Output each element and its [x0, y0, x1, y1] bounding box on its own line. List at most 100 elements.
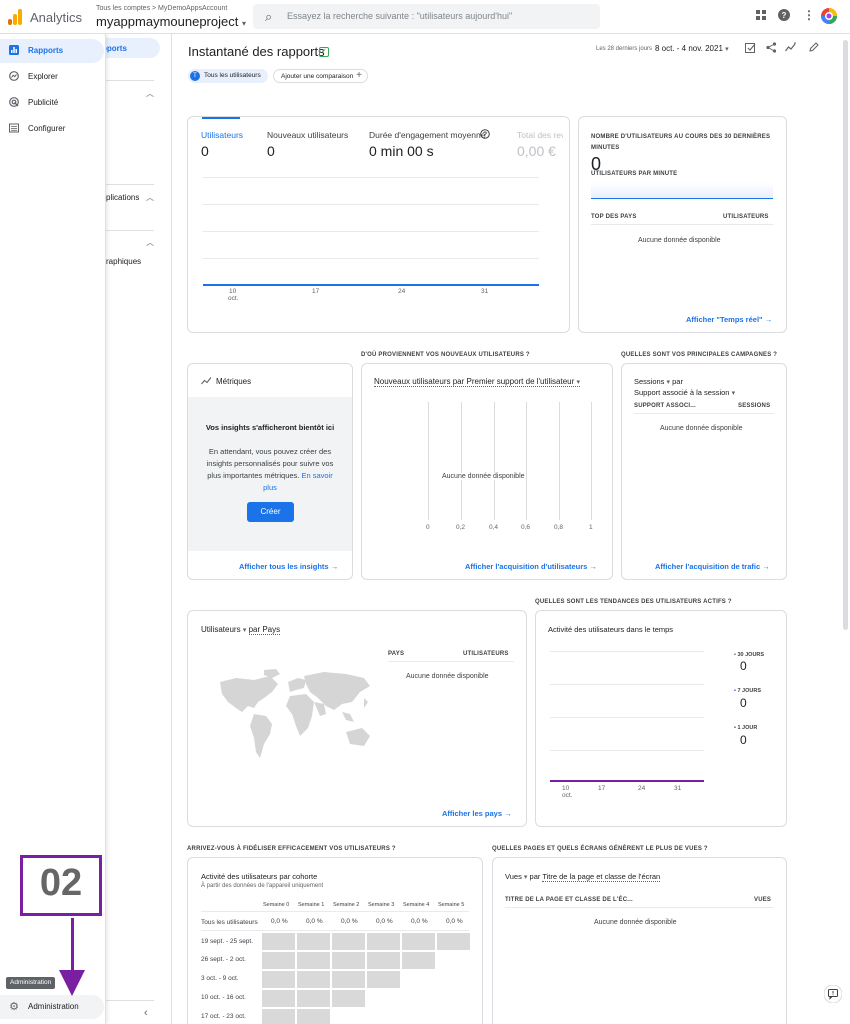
- cohort-cell[interactable]: [332, 990, 365, 1007]
- acquisition-dimension-dropdown[interactable]: Nouveaux utilisateurs par Premier suppor…: [374, 377, 581, 387]
- customize-report-icon[interactable]: [745, 42, 756, 56]
- cohort-cell[interactable]: [332, 971, 365, 988]
- campaigns-link[interactable]: Afficher l'acquisition de trafic →: [655, 562, 770, 571]
- x-tick-10: 10: [562, 785, 570, 792]
- campaigns-metric-dropdown[interactable]: Sessions ▾ par: [634, 377, 683, 386]
- arrow-right-icon: →: [589, 562, 597, 571]
- cohort-cell[interactable]: [262, 1009, 295, 1024]
- metric-tab-engagement[interactable]: Durée d'engagement moyenne: [369, 130, 485, 140]
- metric-value-revenue: 0,00 €: [517, 143, 556, 159]
- cohort-cell[interactable]: [297, 952, 330, 969]
- info-icon[interactable]: ?: [480, 129, 490, 142]
- add-comparison-label: Ajouter une comparaison: [281, 72, 354, 80]
- chevron-up-icon[interactable]: ︿: [146, 192, 154, 203]
- audience-chip[interactable]: T Tous les utilisateurs: [188, 69, 268, 83]
- acquisition-dropdown-label: Nouveaux utilisateurs par Premier suppor…: [374, 377, 575, 386]
- cohort-cell[interactable]: [297, 933, 330, 950]
- x-tick-24: 24: [398, 288, 406, 295]
- insights-trend-icon[interactable]: [785, 42, 797, 56]
- x-tick-1: 1: [589, 524, 593, 531]
- more-vert-icon[interactable]: ⋮: [803, 8, 815, 22]
- chevron-up-icon[interactable]: ︿: [146, 237, 154, 248]
- help-icon[interactable]: ?: [778, 9, 790, 24]
- cohort-cell[interactable]: [402, 933, 435, 950]
- active-users-line-series: [550, 780, 704, 782]
- acquisition-link[interactable]: Afficher l'acquisition d'utilisateurs →: [465, 562, 597, 571]
- pages-metric-dropdown[interactable]: Vues ▾ par Titre de la page et classe de…: [505, 872, 661, 882]
- legend-30-days: • 30 JOURS: [734, 652, 764, 658]
- metric-value-new-users: 0: [267, 143, 275, 159]
- realtime-col-users: UTILISATEURS: [723, 214, 769, 220]
- page-scrollbar[interactable]: [843, 40, 848, 630]
- page-title: Instantané des rapports: [188, 44, 325, 59]
- all-users-row-label: Tous les utilisateurs: [201, 919, 258, 926]
- add-comparison-button[interactable]: Ajouter une comparaison +: [273, 69, 368, 83]
- search-icon: ⌕: [265, 9, 273, 24]
- arrow-right-icon: →: [762, 562, 770, 571]
- create-insight-button[interactable]: Créer: [247, 502, 294, 522]
- account-breadcrumb[interactable]: Tous les comptes > MyDemoAppsAccount: [96, 5, 227, 12]
- feedback-icon[interactable]: [823, 984, 843, 1006]
- realtime-link[interactable]: Afficher "Temps réel" →: [686, 315, 772, 324]
- subnav-item-apps[interactable]: plications: [106, 193, 139, 202]
- x-tick-month: oct.: [228, 295, 239, 302]
- campaigns-dimension-dropdown[interactable]: Support associé à la session ▾: [634, 388, 735, 397]
- metric-tab-revenue[interactable]: Total des reve: [517, 130, 563, 140]
- pages-dimension-label[interactable]: Titre de la page et classe de l'écran: [542, 872, 661, 882]
- collapse-chevron-left-icon[interactable]: ‹: [144, 1007, 148, 1019]
- metric-tab-new-users[interactable]: Nouveaux utilisateurs: [267, 130, 348, 140]
- cohort-cell[interactable]: [367, 971, 400, 988]
- audience-chip-label: Tous les utilisateurs: [204, 72, 261, 79]
- campaigns-link-label: Afficher l'acquisition de trafic: [655, 562, 761, 571]
- account-avatar-icon[interactable]: [821, 8, 837, 27]
- cohort-cell[interactable]: [297, 1009, 330, 1024]
- legend-30-days-label: 30 JOURS: [737, 652, 765, 658]
- date-range-value: 8 oct. - 4 nov. 2021: [655, 44, 723, 53]
- legend-30-days-value: 0: [740, 659, 747, 673]
- chevron-up-icon[interactable]: ︿: [146, 88, 154, 99]
- property-selector[interactable]: myappmaymouneproject ▾: [96, 14, 246, 29]
- share-icon[interactable]: [766, 42, 777, 56]
- cohort-cell[interactable]: [332, 933, 365, 950]
- cohort-cell[interactable]: [262, 933, 295, 950]
- rail-item-advertising[interactable]: Publicité: [0, 91, 104, 115]
- cohort-cell[interactable]: [367, 952, 400, 969]
- rail-item-explore[interactable]: Explorer: [0, 65, 104, 89]
- analytics-logo-icon[interactable]: [8, 9, 22, 25]
- rail-label-reports: Rapports: [28, 46, 64, 55]
- search-input[interactable]: ⌕ Essayez la recherche suivante : "utili…: [253, 4, 600, 29]
- gear-icon: ⚙: [9, 1001, 19, 1013]
- pages-nodata: Aucune donnée disponible: [594, 919, 677, 926]
- cohort-cell[interactable]: [332, 952, 365, 969]
- rail-item-configure[interactable]: Configurer: [0, 117, 104, 141]
- metric-tab-users[interactable]: Utilisateurs: [201, 130, 243, 140]
- verified-check-icon[interactable]: ✓: [319, 47, 329, 57]
- cohort-cell[interactable]: [367, 933, 400, 950]
- cohort-cell[interactable]: [437, 933, 470, 950]
- apps-grid-icon[interactable]: [756, 9, 766, 23]
- insights-link[interactable]: Afficher tous les insights →: [239, 562, 338, 571]
- x-tick-0: 0: [426, 524, 430, 531]
- cohort-cell[interactable]: [402, 952, 435, 969]
- cohort-cell[interactable]: [262, 971, 295, 988]
- date-range-picker[interactable]: 8 oct. - 4 nov. 2021 ▾: [655, 44, 729, 53]
- rail-item-reports[interactable]: Rapports: [0, 39, 104, 63]
- step-arrow-shaft: [71, 918, 74, 975]
- week-5-header: Semaine 5: [438, 902, 465, 908]
- property-name: myappmaymouneproject: [96, 14, 239, 29]
- countries-dimension-label[interactable]: par Pays: [248, 625, 281, 635]
- campaigns-dimension-label: Support associé à la session: [634, 388, 730, 397]
- per-minute-bars: [591, 182, 773, 199]
- countries-link[interactable]: Afficher les pays →: [442, 809, 512, 818]
- cohort-cell[interactable]: [262, 952, 295, 969]
- subnav-item-demographics[interactable]: raphiques: [106, 257, 141, 266]
- cohort-cell[interactable]: [297, 971, 330, 988]
- cohort-cell[interactable]: [262, 990, 295, 1007]
- cohort-row-label: 3 oct. - 9 oct.: [201, 975, 239, 982]
- cohort-cell[interactable]: [297, 990, 330, 1007]
- all-users-week-3: 0,0 %: [376, 918, 393, 925]
- countries-metric-dropdown[interactable]: Utilisateurs ▾ par Pays: [201, 625, 281, 635]
- rail-item-administration[interactable]: ⚙ Administration: [0, 995, 104, 1019]
- edit-pencil-icon[interactable]: [809, 42, 819, 55]
- acquisition-link-label: Afficher l'acquisition d'utilisateurs: [465, 562, 588, 571]
